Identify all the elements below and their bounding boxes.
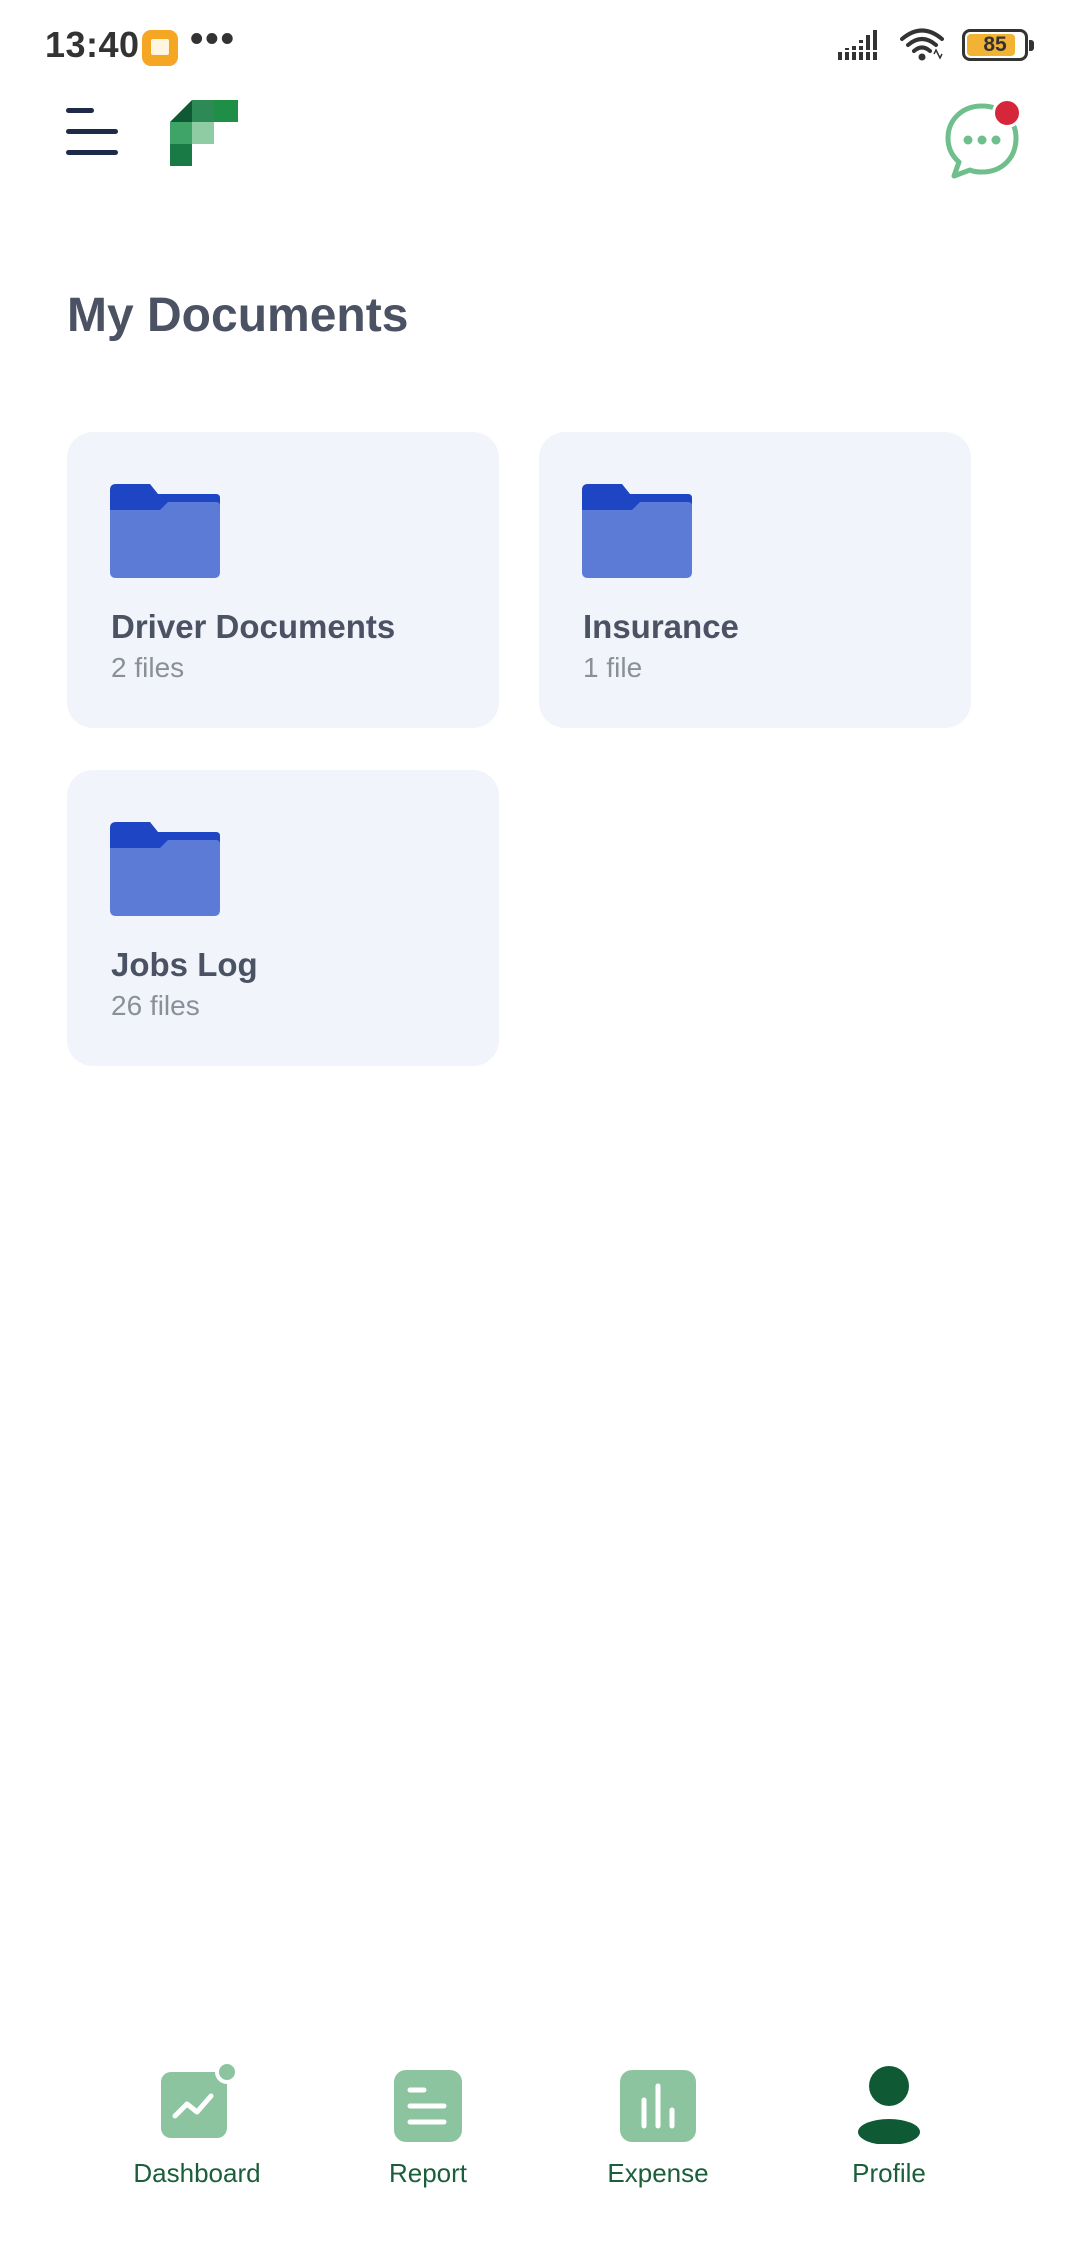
folder-name: Insurance bbox=[583, 608, 739, 645]
battery-level: 85 bbox=[983, 33, 1007, 56]
app-logo bbox=[170, 100, 238, 166]
status-bar: 13:40 ••• 85 bbox=[0, 0, 1080, 96]
folder-name: Driver Documents bbox=[111, 608, 396, 645]
page-title: My Documents bbox=[67, 289, 409, 342]
folder-card-jobs-log[interactable]: Jobs Log 26 files bbox=[67, 770, 499, 1066]
wifi-icon bbox=[900, 28, 944, 62]
folder-icon bbox=[582, 484, 692, 578]
status-more-dots: ••• bbox=[190, 18, 236, 60]
notification-app-icon bbox=[142, 30, 178, 66]
profile-person-icon bbox=[858, 2066, 920, 2144]
folder-icon bbox=[110, 484, 220, 578]
status-indicators: 85 bbox=[838, 28, 1034, 62]
status-time: 13:40 bbox=[45, 24, 140, 65]
folder-name: Jobs Log bbox=[111, 946, 258, 983]
nav-item-dashboard[interactable]: Dashboard bbox=[97, 2056, 297, 2196]
battery-icon: 85 bbox=[962, 29, 1034, 61]
dashboard-chart-icon bbox=[161, 2060, 239, 2138]
folder-card-insurance[interactable]: Insurance 1 file bbox=[539, 432, 971, 728]
nav-label-expense: Expense bbox=[607, 2158, 709, 2188]
nav-item-profile[interactable]: Profile bbox=[789, 2056, 989, 2196]
nav-label-profile: Profile bbox=[852, 2158, 926, 2188]
nav-item-expense[interactable]: Expense bbox=[558, 2056, 758, 2196]
folder-icon bbox=[110, 822, 220, 916]
folder-file-count: 2 files bbox=[111, 652, 185, 683]
folder-file-count: 1 file bbox=[583, 652, 643, 683]
report-list-icon bbox=[394, 2070, 462, 2142]
nav-label-report: Report bbox=[388, 2158, 468, 2188]
bottom-navigation: Dashboard Report Expense Profile bbox=[0, 2040, 1080, 2246]
notification-badge bbox=[992, 98, 1022, 128]
folder-card-driver-documents[interactable]: Driver Documents 2 files bbox=[67, 432, 499, 728]
nav-label-dashboard: Dashboard bbox=[133, 2158, 261, 2188]
hamburger-menu-icon[interactable] bbox=[62, 104, 122, 160]
signal-icon bbox=[838, 30, 882, 60]
folder-file-count: 26 files bbox=[111, 990, 200, 1021]
expense-bars-icon bbox=[620, 2070, 696, 2142]
nav-item-report[interactable]: Report bbox=[328, 2056, 528, 2196]
chat-button[interactable] bbox=[942, 98, 1022, 180]
